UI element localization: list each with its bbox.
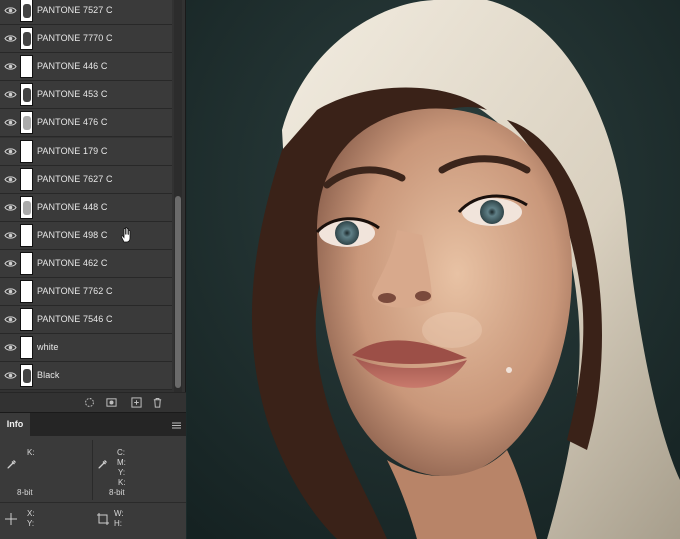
- visibility-eye-icon[interactable]: [4, 201, 17, 214]
- layer-row[interactable]: PANTONE 7762 C: [0, 278, 172, 306]
- info-k-label-2: K:: [118, 478, 126, 487]
- visibility-eye-icon[interactable]: [4, 60, 17, 73]
- info-body: K: 8-bit C: M: Y: K: 8-bit X: Y: W: H:: [0, 436, 186, 539]
- layer-row[interactable]: PANTONE 7527 C: [0, 0, 172, 25]
- layer-name: PANTONE 7770 C: [37, 33, 113, 44]
- layer-name: PANTONE 453 C: [37, 89, 108, 100]
- layer-name: PANTONE 7627 C: [37, 173, 113, 184]
- scrollbar-thumb[interactable]: [175, 196, 181, 388]
- layer-thumbnail: [20, 364, 33, 388]
- info-y-label: Y:: [118, 468, 126, 477]
- info-bit-depth: 8-bit: [17, 488, 33, 497]
- layer-thumbnail: [20, 223, 33, 247]
- layer-row[interactable]: PANTONE 462 C: [0, 249, 172, 278]
- visibility-eye-icon[interactable]: [4, 229, 17, 242]
- layer-thumbnail: [20, 139, 33, 163]
- layer-name: PANTONE 498 C: [37, 229, 108, 240]
- layer-name: PANTONE 462 C: [37, 257, 108, 268]
- layer-row[interactable]: PANTONE 476 C: [0, 109, 172, 138]
- visibility-eye-icon[interactable]: [4, 4, 17, 17]
- layer-thumbnail: [20, 251, 33, 275]
- layer-row[interactable]: white: [0, 334, 172, 363]
- layer-name: white: [37, 342, 59, 353]
- selection-size-icon: [97, 513, 109, 525]
- info-k-label: K:: [27, 448, 35, 457]
- info-divider: [0, 502, 186, 503]
- layer-row[interactable]: PANTONE 7770 C: [0, 25, 172, 54]
- info-bit-depth-2: 8-bit: [109, 488, 125, 497]
- tab-info[interactable]: Info: [0, 413, 30, 437]
- info-w-label: W:: [114, 509, 124, 518]
- layer-row[interactable]: PANTONE 453 C: [0, 81, 172, 110]
- info-y-position-label: Y:: [27, 519, 35, 528]
- canvas-photo[interactable]: [187, 0, 680, 539]
- layer-thumbnail: [20, 336, 33, 360]
- layer-row[interactable]: PANTONE 448 C: [0, 193, 172, 222]
- info-c-label: C:: [117, 448, 125, 457]
- layer-name: PANTONE 446 C: [37, 61, 108, 72]
- layer-name: Black: [37, 370, 60, 381]
- layer-row[interactable]: PANTONE 446 C: [0, 53, 172, 82]
- layer-mask-icon[interactable]: [106, 397, 117, 408]
- adjustment-layer-icon[interactable]: [84, 397, 95, 408]
- visibility-eye-icon[interactable]: [4, 173, 17, 186]
- layer-name: PANTONE 476 C: [37, 117, 108, 128]
- layer-name: PANTONE 448 C: [37, 201, 108, 212]
- layer-row[interactable]: PANTONE 7546 C: [0, 306, 172, 335]
- layer-thumbnail: [20, 0, 33, 22]
- visibility-eye-icon[interactable]: [4, 257, 17, 270]
- info-h-label: H:: [114, 519, 122, 528]
- visibility-eye-icon[interactable]: [4, 32, 17, 45]
- layers-scrollbar[interactable]: [174, 0, 182, 392]
- thumbnail-art: [23, 32, 31, 47]
- layer-thumbnail: [20, 111, 33, 135]
- layer-name: PANTONE 179 C: [37, 145, 108, 156]
- visibility-eye-icon[interactable]: [4, 116, 17, 129]
- visibility-eye-icon[interactable]: [4, 341, 17, 354]
- trash-icon[interactable]: [152, 397, 163, 408]
- visibility-eye-icon[interactable]: [4, 369, 17, 382]
- layer-row[interactable]: Black: [0, 362, 172, 391]
- eyedropper-icon[interactable]: [97, 458, 109, 470]
- layer-row[interactable]: PANTONE 179 C: [0, 137, 172, 166]
- visibility-eye-icon[interactable]: [4, 145, 17, 158]
- layer-row[interactable]: PANTONE 7627 C: [0, 165, 172, 194]
- info-m-label: M:: [117, 458, 126, 467]
- info-tabbar: Info: [0, 412, 186, 437]
- thumbnail-art: [23, 200, 31, 215]
- visibility-eye-icon[interactable]: [4, 313, 17, 326]
- layer-thumbnail: [20, 195, 33, 219]
- layer-row[interactable]: PANTONE 498 C: [0, 221, 172, 250]
- panel-menu-icon[interactable]: [172, 422, 181, 429]
- layer-thumbnail: [20, 167, 33, 191]
- thumbnail-art: [23, 88, 31, 103]
- visibility-eye-icon[interactable]: [4, 285, 17, 298]
- layer-thumbnail: [20, 308, 33, 332]
- eyedropper-icon[interactable]: [6, 458, 18, 470]
- info-x-label: X:: [27, 509, 35, 518]
- new-layer-icon[interactable]: [131, 397, 142, 408]
- layers-footer: [0, 392, 186, 412]
- layer-name: PANTONE 7527 C: [37, 5, 113, 15]
- info-divider: [92, 440, 93, 500]
- layer-thumbnail: [20, 280, 33, 303]
- thumbnail-art: [23, 4, 31, 18]
- layer-name: PANTONE 7546 C: [37, 314, 113, 325]
- layers-panel: PANTONE 7527 C PANTONE 7770 C PANTONE 446 …: [0, 0, 186, 539]
- layer-name: PANTONE 7762 C: [37, 286, 113, 296]
- visibility-eye-icon[interactable]: [4, 88, 17, 101]
- layer-thumbnail: [20, 27, 33, 51]
- mouse-pointer-hand-icon: [121, 227, 131, 243]
- layer-thumbnail: [20, 55, 33, 79]
- thumbnail-art: [23, 116, 31, 131]
- crosshair-icon: [5, 513, 17, 525]
- layers-list: PANTONE 7527 C PANTONE 7770 C PANTONE 446 …: [0, 0, 172, 392]
- thumbnail-art: [23, 369, 31, 384]
- layer-thumbnail: [20, 83, 33, 107]
